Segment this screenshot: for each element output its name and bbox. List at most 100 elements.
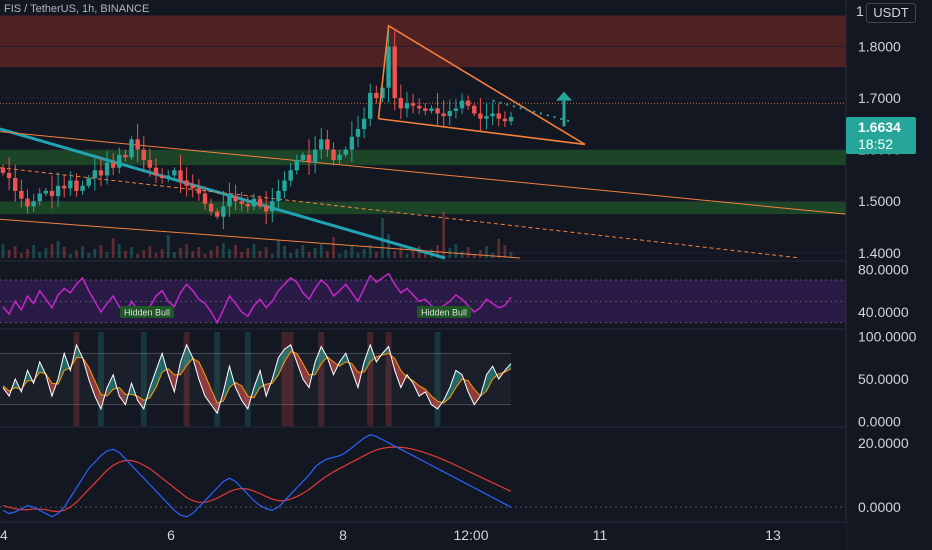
macd-axis-label-2: 0.0000 — [858, 499, 901, 515]
candle-body — [294, 159, 299, 171]
stochastic-zone-highlight — [97, 332, 104, 426]
last-price-tag: 1.6634 18:52 — [846, 117, 916, 154]
symbol-title: FIS / TetherUS, 1h, BINANCE — [4, 3, 150, 15]
volume-bar — [117, 244, 121, 258]
time-axis-label-2: 6 — [167, 527, 175, 543]
candle-body — [453, 108, 459, 111]
candle-body — [319, 139, 324, 150]
candle-body — [202, 193, 208, 204]
volume-bar — [75, 250, 78, 258]
candle-body — [104, 162, 110, 176]
candle-body — [435, 108, 440, 114]
volume-bar — [160, 249, 164, 258]
candle-body — [441, 113, 446, 117]
volume-bar — [356, 253, 360, 258]
volume-bar — [319, 244, 323, 258]
time-axis-label-5: 11 — [593, 527, 608, 543]
volume-bar — [179, 248, 182, 258]
volume-bar — [277, 240, 280, 258]
candle-body — [208, 203, 214, 212]
candle-body — [465, 100, 471, 106]
volume-bar — [93, 249, 97, 258]
volume-bar — [19, 253, 23, 258]
candle-body — [68, 180, 73, 189]
candle-body — [6, 172, 12, 179]
candle-body — [300, 154, 306, 160]
last-price-value: 1.6634 — [858, 119, 901, 135]
volume-bar — [307, 252, 311, 258]
candle-body — [55, 185, 61, 197]
volume-bar — [203, 254, 207, 258]
candle-body — [490, 113, 495, 117]
price-axis-label-1: 1.8000 — [858, 38, 901, 54]
volume-bar — [301, 245, 305, 258]
volume-bar — [130, 247, 133, 258]
volume-bar — [374, 252, 378, 258]
volume-bar — [99, 245, 103, 258]
volume-bar — [240, 252, 244, 258]
price-axis-label-4: 1.5000 — [858, 193, 901, 209]
volume-bar — [197, 247, 201, 258]
candle-body — [496, 113, 501, 119]
volume-bar — [289, 253, 293, 258]
time-axis-label-3: 8 — [339, 527, 347, 543]
candle-body — [37, 193, 42, 202]
candle-body — [239, 201, 244, 204]
candle-body — [215, 211, 220, 217]
volume-bar — [13, 246, 17, 258]
price-axis-label-5: 1.4000 — [858, 245, 901, 261]
candle-body — [245, 203, 251, 207]
volume-bar — [503, 245, 507, 258]
chart-canvas[interactable]: Hidden BullHidden Bull 1.80001.70001.600… — [0, 0, 932, 550]
axis-top-cut-label: 1 — [856, 3, 864, 19]
time-axis[interactable] — [0, 522, 846, 550]
candle-body — [92, 170, 98, 179]
candle-body — [172, 170, 177, 176]
candle-body — [184, 180, 189, 186]
volume-bar — [166, 235, 170, 258]
candle-body — [447, 110, 452, 117]
volume-bar — [7, 250, 11, 258]
volume-bar — [154, 253, 158, 258]
volume-bar — [50, 244, 54, 258]
candle-body — [117, 154, 122, 168]
candle-body — [392, 46, 397, 99]
volume-bar — [172, 252, 176, 258]
volume-bar — [221, 243, 225, 258]
candle-body — [196, 188, 202, 194]
candle-body — [368, 92, 373, 119]
candle-body — [13, 178, 18, 191]
currency-selector[interactable]: USDT — [866, 3, 916, 23]
candle-body — [123, 154, 128, 158]
candle-body — [159, 175, 165, 179]
candle-body — [331, 149, 336, 160]
candle-body — [361, 118, 367, 129]
candle-body — [410, 103, 416, 106]
volume-bar — [393, 251, 397, 258]
volume-bar — [81, 246, 84, 258]
volume-bar — [270, 254, 274, 258]
volume-bar — [362, 249, 366, 258]
candle-body — [478, 113, 483, 119]
volume-bar — [344, 250, 348, 258]
candle-body — [263, 206, 269, 212]
candle-body — [190, 185, 195, 189]
volume-bar — [209, 250, 213, 258]
volume-bar — [405, 254, 409, 258]
volume-bar — [68, 254, 72, 258]
volume-bar — [252, 244, 256, 258]
rsi-pane[interactable]: Hidden Bull Hidden Bull — [0, 272, 846, 325]
volume-bar — [228, 249, 231, 258]
volume-bar — [332, 237, 335, 258]
volume-bar — [283, 246, 286, 258]
candle-body — [166, 175, 171, 179]
candle-body — [80, 185, 85, 191]
stochastic-zone-highlight — [244, 332, 251, 426]
candle-body — [25, 198, 30, 207]
stochastic-axis-label-2: 50.0000 — [858, 371, 909, 387]
stochastic-zone-highlight — [140, 332, 147, 426]
candle-body — [472, 105, 477, 114]
candle-body — [0, 167, 6, 173]
volume-bar — [142, 250, 146, 258]
volume-bar — [105, 252, 109, 258]
